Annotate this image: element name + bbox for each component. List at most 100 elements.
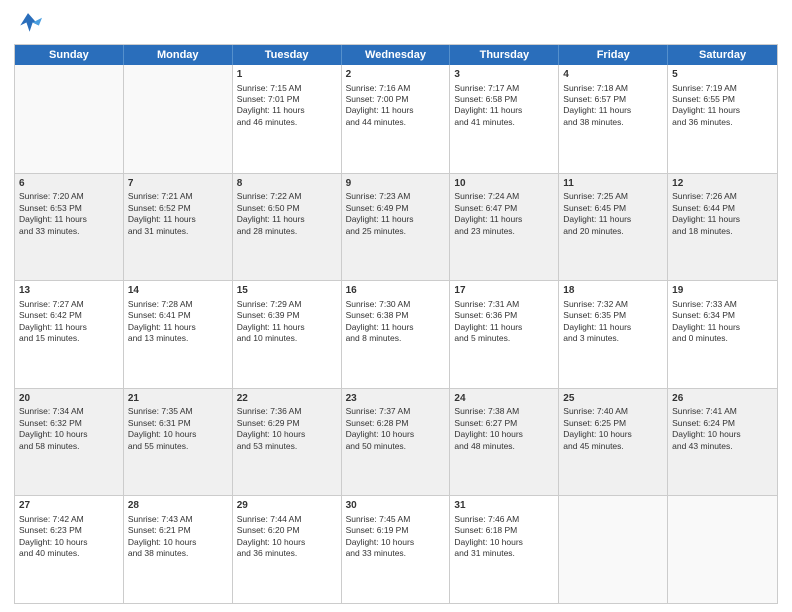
header-day-wednesday: Wednesday [342,45,451,65]
cell-info: Sunrise: 7:41 AM Sunset: 6:24 PM Dayligh… [672,406,773,452]
header [14,10,778,38]
cell-info: Sunrise: 7:18 AM Sunset: 6:57 PM Dayligh… [563,83,663,129]
day-number: 4 [563,68,663,82]
header-day-monday: Monday [124,45,233,65]
cell-info: Sunrise: 7:45 AM Sunset: 6:19 PM Dayligh… [346,514,446,560]
day-number: 11 [563,177,663,191]
calendar-header: SundayMondayTuesdayWednesdayThursdayFrid… [15,45,777,65]
day-number: 2 [346,68,446,82]
cell-info: Sunrise: 7:19 AM Sunset: 6:55 PM Dayligh… [672,83,773,129]
calendar-cell [559,496,668,603]
calendar-cell: 29Sunrise: 7:44 AM Sunset: 6:20 PM Dayli… [233,496,342,603]
cell-info: Sunrise: 7:33 AM Sunset: 6:34 PM Dayligh… [672,299,773,345]
calendar-row-4: 20Sunrise: 7:34 AM Sunset: 6:32 PM Dayli… [15,388,777,496]
day-number: 3 [454,68,554,82]
day-number: 14 [128,284,228,298]
calendar-cell: 4Sunrise: 7:18 AM Sunset: 6:57 PM Daylig… [559,65,668,173]
cell-info: Sunrise: 7:34 AM Sunset: 6:32 PM Dayligh… [19,406,119,452]
calendar-body: 1Sunrise: 7:15 AM Sunset: 7:01 PM Daylig… [15,65,777,603]
calendar: SundayMondayTuesdayWednesdayThursdayFrid… [14,44,778,604]
day-number: 20 [19,392,119,406]
cell-info: Sunrise: 7:36 AM Sunset: 6:29 PM Dayligh… [237,406,337,452]
calendar-cell: 17Sunrise: 7:31 AM Sunset: 6:36 PM Dayli… [450,281,559,388]
calendar-cell: 31Sunrise: 7:46 AM Sunset: 6:18 PM Dayli… [450,496,559,603]
cell-info: Sunrise: 7:38 AM Sunset: 6:27 PM Dayligh… [454,406,554,452]
day-number: 10 [454,177,554,191]
cell-info: Sunrise: 7:35 AM Sunset: 6:31 PM Dayligh… [128,406,228,452]
calendar-cell: 22Sunrise: 7:36 AM Sunset: 6:29 PM Dayli… [233,389,342,496]
day-number: 29 [237,499,337,513]
day-number: 30 [346,499,446,513]
cell-info: Sunrise: 7:30 AM Sunset: 6:38 PM Dayligh… [346,299,446,345]
day-number: 1 [237,68,337,82]
day-number: 23 [346,392,446,406]
cell-info: Sunrise: 7:22 AM Sunset: 6:50 PM Dayligh… [237,191,337,237]
cell-info: Sunrise: 7:20 AM Sunset: 6:53 PM Dayligh… [19,191,119,237]
day-number: 7 [128,177,228,191]
calendar-cell: 15Sunrise: 7:29 AM Sunset: 6:39 PM Dayli… [233,281,342,388]
cell-info: Sunrise: 7:24 AM Sunset: 6:47 PM Dayligh… [454,191,554,237]
cell-info: Sunrise: 7:16 AM Sunset: 7:00 PM Dayligh… [346,83,446,129]
cell-info: Sunrise: 7:28 AM Sunset: 6:41 PM Dayligh… [128,299,228,345]
logo-icon [14,10,42,38]
cell-info: Sunrise: 7:21 AM Sunset: 6:52 PM Dayligh… [128,191,228,237]
calendar-cell: 26Sunrise: 7:41 AM Sunset: 6:24 PM Dayli… [668,389,777,496]
day-number: 9 [346,177,446,191]
calendar-cell: 20Sunrise: 7:34 AM Sunset: 6:32 PM Dayli… [15,389,124,496]
cell-info: Sunrise: 7:23 AM Sunset: 6:49 PM Dayligh… [346,191,446,237]
cell-info: Sunrise: 7:40 AM Sunset: 6:25 PM Dayligh… [563,406,663,452]
cell-info: Sunrise: 7:17 AM Sunset: 6:58 PM Dayligh… [454,83,554,129]
calendar-cell: 12Sunrise: 7:26 AM Sunset: 6:44 PM Dayli… [668,174,777,281]
cell-info: Sunrise: 7:44 AM Sunset: 6:20 PM Dayligh… [237,514,337,560]
day-number: 18 [563,284,663,298]
calendar-cell: 5Sunrise: 7:19 AM Sunset: 6:55 PM Daylig… [668,65,777,173]
day-number: 6 [19,177,119,191]
header-day-friday: Friday [559,45,668,65]
calendar-cell: 2Sunrise: 7:16 AM Sunset: 7:00 PM Daylig… [342,65,451,173]
calendar-cell [668,496,777,603]
calendar-cell: 3Sunrise: 7:17 AM Sunset: 6:58 PM Daylig… [450,65,559,173]
cell-info: Sunrise: 7:31 AM Sunset: 6:36 PM Dayligh… [454,299,554,345]
calendar-row-3: 13Sunrise: 7:27 AM Sunset: 6:42 PM Dayli… [15,280,777,388]
day-number: 24 [454,392,554,406]
cell-info: Sunrise: 7:15 AM Sunset: 7:01 PM Dayligh… [237,83,337,129]
calendar-cell: 28Sunrise: 7:43 AM Sunset: 6:21 PM Dayli… [124,496,233,603]
day-number: 15 [237,284,337,298]
calendar-cell: 30Sunrise: 7:45 AM Sunset: 6:19 PM Dayli… [342,496,451,603]
calendar-cell: 19Sunrise: 7:33 AM Sunset: 6:34 PM Dayli… [668,281,777,388]
calendar-cell: 14Sunrise: 7:28 AM Sunset: 6:41 PM Dayli… [124,281,233,388]
calendar-cell: 13Sunrise: 7:27 AM Sunset: 6:42 PM Dayli… [15,281,124,388]
cell-info: Sunrise: 7:25 AM Sunset: 6:45 PM Dayligh… [563,191,663,237]
calendar-cell: 23Sunrise: 7:37 AM Sunset: 6:28 PM Dayli… [342,389,451,496]
calendar-cell: 7Sunrise: 7:21 AM Sunset: 6:52 PM Daylig… [124,174,233,281]
day-number: 27 [19,499,119,513]
calendar-cell [15,65,124,173]
logo [14,10,46,38]
cell-info: Sunrise: 7:46 AM Sunset: 6:18 PM Dayligh… [454,514,554,560]
day-number: 5 [672,68,773,82]
day-number: 8 [237,177,337,191]
cell-info: Sunrise: 7:32 AM Sunset: 6:35 PM Dayligh… [563,299,663,345]
day-number: 25 [563,392,663,406]
day-number: 21 [128,392,228,406]
calendar-row-5: 27Sunrise: 7:42 AM Sunset: 6:23 PM Dayli… [15,495,777,603]
calendar-cell: 11Sunrise: 7:25 AM Sunset: 6:45 PM Dayli… [559,174,668,281]
calendar-cell: 1Sunrise: 7:15 AM Sunset: 7:01 PM Daylig… [233,65,342,173]
cell-info: Sunrise: 7:27 AM Sunset: 6:42 PM Dayligh… [19,299,119,345]
day-number: 16 [346,284,446,298]
header-day-thursday: Thursday [450,45,559,65]
calendar-cell: 8Sunrise: 7:22 AM Sunset: 6:50 PM Daylig… [233,174,342,281]
calendar-cell: 21Sunrise: 7:35 AM Sunset: 6:31 PM Dayli… [124,389,233,496]
calendar-cell: 18Sunrise: 7:32 AM Sunset: 6:35 PM Dayli… [559,281,668,388]
cell-info: Sunrise: 7:37 AM Sunset: 6:28 PM Dayligh… [346,406,446,452]
day-number: 19 [672,284,773,298]
cell-info: Sunrise: 7:42 AM Sunset: 6:23 PM Dayligh… [19,514,119,560]
header-day-sunday: Sunday [15,45,124,65]
calendar-cell: 10Sunrise: 7:24 AM Sunset: 6:47 PM Dayli… [450,174,559,281]
day-number: 22 [237,392,337,406]
day-number: 28 [128,499,228,513]
day-number: 13 [19,284,119,298]
header-day-tuesday: Tuesday [233,45,342,65]
calendar-cell: 16Sunrise: 7:30 AM Sunset: 6:38 PM Dayli… [342,281,451,388]
day-number: 26 [672,392,773,406]
